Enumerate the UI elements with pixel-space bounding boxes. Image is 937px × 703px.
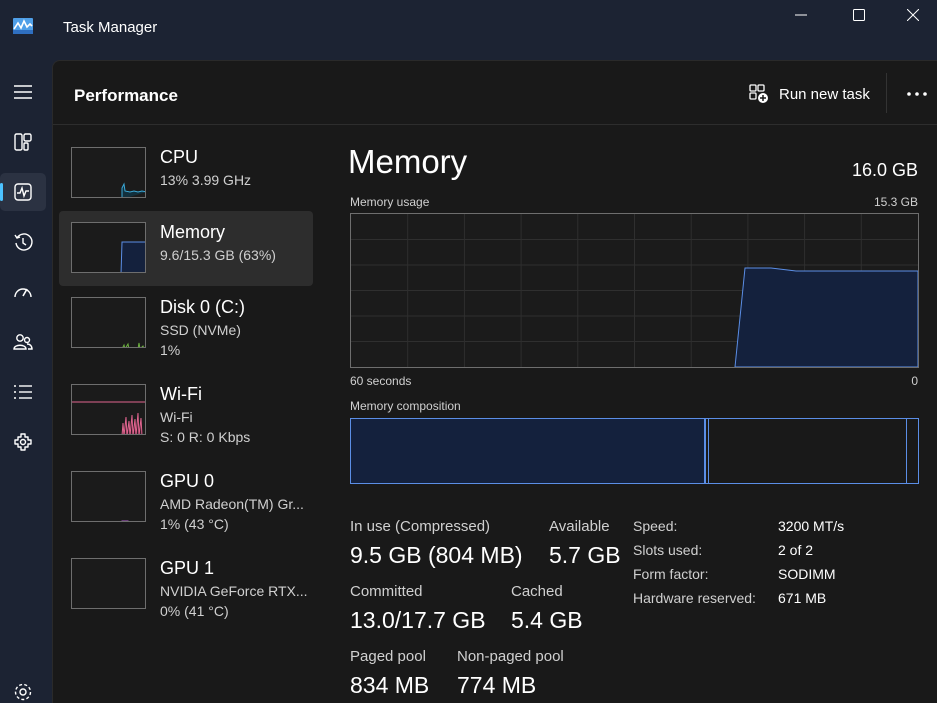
memory-usage-graph [350,213,919,368]
resource-item-wifi[interactable]: Wi-Fi Wi-Fi S: 0 R: 0 Kbps [59,373,313,448]
maximize-icon [853,9,865,21]
content-panel: Performance Run new task CPU 13% 3.99 GH… [52,60,937,703]
close-button[interactable] [888,0,937,30]
resource-item-name: Disk 0 (C:) [160,297,245,317]
performance-icon [14,183,32,201]
gpu1-thumbnail-graph [71,558,146,609]
resource-item-name: Memory [160,222,226,242]
resource-item-usage: 1% (43 °C) [160,516,229,532]
app-history-icon [14,233,33,251]
nav-users[interactable] [0,323,46,361]
graph-time-span: 60 seconds [350,374,412,388]
run-new-task-icon [749,84,768,103]
startup-apps-icon [14,288,32,298]
available-value: 5.7 GB [549,542,621,568]
more-options-button[interactable] [901,79,933,109]
nav-settings[interactable] [0,673,46,703]
resource-item-detail: AMD Radeon(TM) Gr... [160,496,304,512]
nav-processes[interactable] [0,123,46,161]
paged-pool-value: 834 MB [350,672,430,698]
available-label: Available [549,518,610,535]
resource-item-usage: 1% [160,342,181,358]
composition-modified [708,419,709,483]
resource-item-disk[interactable]: Disk 0 (C:) SSD (NVMe) 1% [59,286,313,361]
memory-thumbnail-graph [71,222,146,273]
composition-standby [906,419,907,483]
in-use-value: 9.5 GB (804 MB) [350,542,523,568]
paged-pool-label: Paged pool [350,648,426,665]
settings-icon [14,683,32,701]
processes-icon [14,133,32,151]
nav-details[interactable] [0,373,46,411]
resource-item-usage: S: 0 R: 0 Kbps [160,429,251,445]
disk-thumbnail-graph [71,297,146,348]
form-factor-label: Form factor: [633,566,709,582]
cached-value: 5.4 GB [511,607,583,633]
services-icon [14,433,32,451]
memory-composition-label: Memory composition [350,399,461,413]
speed-value: 3200 MT/s [778,518,845,534]
graph-time-end: 0 [911,374,918,388]
resource-item-gpu1[interactable]: GPU 1 NVIDIA GeForce RTX... 0% (41 °C) [59,547,313,622]
resource-item-memory[interactable]: Memory 9.6/15.3 GB (63%) [59,211,313,286]
detail-title: Memory [348,143,468,180]
header-divider [886,73,887,113]
resource-item-usage: 0% (41 °C) [160,603,229,619]
task-manager-app-icon [13,18,33,34]
nav-services[interactable] [0,423,46,461]
resource-item-gpu0[interactable]: GPU 0 AMD Radeon(TM) Gr... 1% (43 °C) [59,460,313,535]
more-options-icon [907,92,927,96]
nav-performance[interactable] [0,173,46,211]
maximize-button[interactable] [830,0,888,30]
window-title: Task Manager [63,19,158,36]
close-icon [906,9,919,21]
details-icon [14,385,32,399]
non-paged-pool-value: 774 MB [457,672,537,698]
run-new-task-button[interactable]: Run new task [743,79,876,109]
title-bar: Task Manager [0,0,937,60]
slots-used-label: Slots used: [633,542,703,558]
form-factor-value: SODIMM [778,566,836,582]
gpu0-thumbnail-graph [71,471,146,522]
resource-item-cpu[interactable]: CPU 13% 3.99 GHz [59,136,313,211]
memory-usage-max: 15.3 GB [873,195,918,209]
in-use-label: In use (Compressed) [350,518,491,535]
page-header: Performance Run new task [53,61,937,125]
committed-value: 13.0/17.7 GB [350,607,486,633]
page-title: Performance [74,86,178,105]
run-new-task-label: Run new task [779,85,870,103]
hamburger-menu-icon [14,85,32,99]
non-paged-pool-label: Non-paged pool [457,648,564,665]
menu-button[interactable] [0,73,46,111]
hardware-reserved-value: 671 MB [778,590,827,606]
slots-used-value: 2 of 2 [778,542,814,558]
resource-item-detail: 13% 3.99 GHz [160,172,252,188]
resource-item-name: CPU [160,147,199,167]
composition-in-use [351,419,706,483]
cpu-thumbnail-graph [71,147,146,198]
memory-usage-label: Memory usage [350,195,430,209]
resource-item-name: GPU 0 [160,471,215,491]
hardware-reserved-label: Hardware reserved: [633,590,756,606]
committed-label: Committed [350,583,423,600]
wifi-thumbnail-graph [71,384,146,435]
resource-item-detail: 9.6/15.3 GB (63%) [160,247,276,263]
minimize-icon [795,14,807,16]
nav-app-history[interactable] [0,223,46,261]
navigation-rail [0,60,52,703]
speed-label: Speed: [633,518,678,534]
users-icon [13,334,33,350]
resource-item-detail: NVIDIA GeForce RTX... [160,583,308,599]
nav-startup-apps[interactable] [0,273,46,311]
resource-item-name: Wi-Fi [160,384,202,404]
total-memory: 16.0 GB [851,160,918,180]
resource-item-detail: Wi-Fi [160,409,193,425]
cached-label: Cached [511,583,563,600]
resource-item-detail: SSD (NVMe) [160,322,241,338]
minimize-button[interactable] [772,0,830,30]
resource-item-name: GPU 1 [160,558,215,578]
memory-composition-bar [350,418,919,484]
